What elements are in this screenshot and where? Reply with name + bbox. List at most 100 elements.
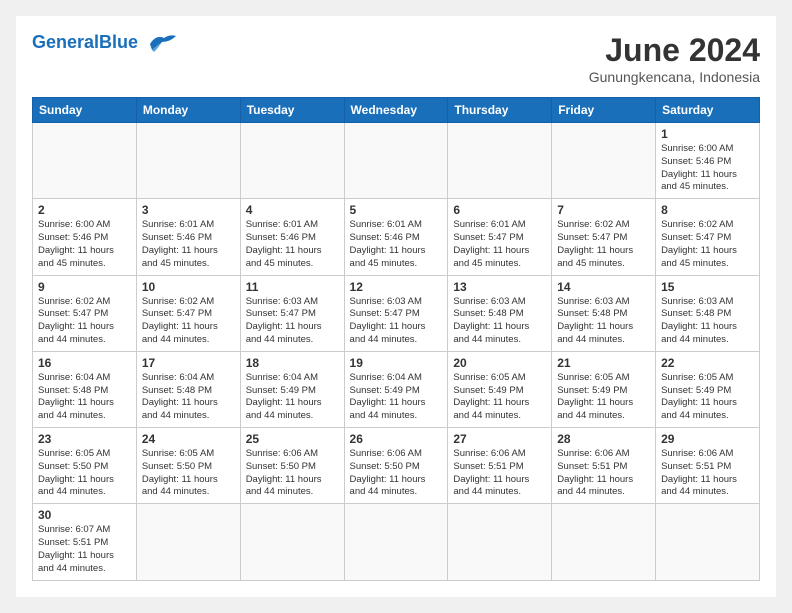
- day-info: Sunrise: 6:04 AM Sunset: 5:48 PM Dayligh…: [142, 372, 235, 423]
- day-info: Sunrise: 6:01 AM Sunset: 5:46 PM Dayligh…: [246, 219, 339, 270]
- day-cell: [448, 504, 552, 580]
- day-info: Sunrise: 6:05 AM Sunset: 5:50 PM Dayligh…: [142, 448, 235, 499]
- day-cell: [240, 123, 344, 199]
- day-number: 18: [246, 356, 339, 370]
- day-info: Sunrise: 6:06 AM Sunset: 5:50 PM Dayligh…: [350, 448, 443, 499]
- day-cell: [136, 504, 240, 580]
- col-header-thursday: Thursday: [448, 98, 552, 123]
- day-cell: 4Sunrise: 6:01 AM Sunset: 5:46 PM Daylig…: [240, 199, 344, 275]
- day-cell: 1 Sunrise: 6:00 AM Sunset: 5:46 PM Daylig…: [656, 123, 760, 199]
- day-info: Sunrise: 6:02 AM Sunset: 5:47 PM Dayligh…: [38, 296, 131, 347]
- week-row-5: 30Sunrise: 6:07 AM Sunset: 5:51 PM Dayli…: [33, 504, 760, 580]
- day-cell: 6 Sunrise: 6:01 AM Sunset: 5:47 PM Daylig…: [448, 199, 552, 275]
- day-info: Sunrise: 6:01 AM Sunset: 5:47 PM Dayligh…: [453, 219, 546, 270]
- day-number: 13: [453, 280, 546, 294]
- day-cell: 15Sunrise: 6:03 AM Sunset: 5:48 PM Dayli…: [656, 275, 760, 351]
- logo-text: GeneralBlue: [32, 32, 138, 54]
- col-header-sunday: Sunday: [33, 98, 137, 123]
- day-number: 23: [38, 432, 131, 446]
- day-cell: 21Sunrise: 6:05 AM Sunset: 5:49 PM Dayli…: [552, 351, 656, 427]
- day-info: Sunrise: 6:02 AM Sunset: 5:47 PM Dayligh…: [557, 219, 650, 270]
- day-cell: 2Sunrise: 6:00 AM Sunset: 5:46 PM Daylig…: [33, 199, 137, 275]
- week-row-0: 1 Sunrise: 6:00 AM Sunset: 5:46 PM Daylig…: [33, 123, 760, 199]
- page-header: GeneralBlue June 2024 Gunungkencana, Ind…: [32, 32, 760, 85]
- day-info: Sunrise: 6:05 AM Sunset: 5:50 PM Dayligh…: [38, 448, 131, 499]
- logo-general: General: [32, 32, 99, 52]
- day-cell: 3Sunrise: 6:01 AM Sunset: 5:46 PM Daylig…: [136, 199, 240, 275]
- day-number: 28: [557, 432, 650, 446]
- calendar-table: SundayMondayTuesdayWednesdayThursdayFrid…: [32, 97, 760, 581]
- day-cell: 10Sunrise: 6:02 AM Sunset: 5:47 PM Dayli…: [136, 275, 240, 351]
- day-number: 6: [453, 203, 546, 217]
- day-cell: 12 Sunrise: 6:03 AM Sunset: 5:47 PM Dayli…: [344, 275, 448, 351]
- day-info: Sunrise: 6:05 AM Sunset: 5:49 PM Dayligh…: [453, 372, 546, 423]
- logo-icon: [142, 32, 178, 54]
- day-info: Sunrise: 6:03 AM Sunset: 5:47 PM Dayligh…: [246, 296, 339, 347]
- day-number: 12: [350, 280, 443, 294]
- day-cell: [344, 123, 448, 199]
- day-cell: 19 Sunrise: 6:04 AM Sunset: 5:49 PM Dayli…: [344, 351, 448, 427]
- day-cell: 7 Sunrise: 6:02 AM Sunset: 5:47 PM Daylig…: [552, 199, 656, 275]
- day-info: Sunrise: 6:00 AM Sunset: 5:46 PM Dayligh…: [661, 143, 754, 194]
- day-cell: 28 Sunrise: 6:06 AM Sunset: 5:51 PM Dayli…: [552, 428, 656, 504]
- day-cell: 22Sunrise: 6:05 AM Sunset: 5:49 PM Dayli…: [656, 351, 760, 427]
- day-number: 7: [557, 203, 650, 217]
- day-cell: [344, 504, 448, 580]
- day-info: Sunrise: 6:06 AM Sunset: 5:51 PM Dayligh…: [557, 448, 650, 499]
- day-cell: 26Sunrise: 6:06 AM Sunset: 5:50 PM Dayli…: [344, 428, 448, 504]
- day-cell: 18 Sunrise: 6:04 AM Sunset: 5:49 PM Dayli…: [240, 351, 344, 427]
- day-number: 25: [246, 432, 339, 446]
- month-title: June 2024: [589, 32, 760, 69]
- day-cell: 29 Sunrise: 6:06 AM Sunset: 5:51 PM Dayli…: [656, 428, 760, 504]
- day-cell: [656, 504, 760, 580]
- week-row-2: 9 Sunrise: 6:02 AM Sunset: 5:47 PM Daylig…: [33, 275, 760, 351]
- day-number: 9: [38, 280, 131, 294]
- week-row-4: 23 Sunrise: 6:05 AM Sunset: 5:50 PM Dayli…: [33, 428, 760, 504]
- day-info: Sunrise: 6:06 AM Sunset: 5:51 PM Dayligh…: [661, 448, 754, 499]
- day-info: Sunrise: 6:04 AM Sunset: 5:49 PM Dayligh…: [246, 372, 339, 423]
- day-info: Sunrise: 6:06 AM Sunset: 5:51 PM Dayligh…: [453, 448, 546, 499]
- day-info: Sunrise: 6:03 AM Sunset: 5:48 PM Dayligh…: [557, 296, 650, 347]
- day-number: 11: [246, 280, 339, 294]
- day-cell: [552, 504, 656, 580]
- day-cell: 24 Sunrise: 6:05 AM Sunset: 5:50 PM Dayli…: [136, 428, 240, 504]
- day-info: Sunrise: 6:03 AM Sunset: 5:47 PM Dayligh…: [350, 296, 443, 347]
- day-cell: 25Sunrise: 6:06 AM Sunset: 5:50 PM Dayli…: [240, 428, 344, 504]
- day-info: Sunrise: 6:00 AM Sunset: 5:46 PM Dayligh…: [38, 219, 131, 270]
- day-number: 15: [661, 280, 754, 294]
- calendar-header-row: SundayMondayTuesdayWednesdayThursdayFrid…: [33, 98, 760, 123]
- day-cell: 17 Sunrise: 6:04 AM Sunset: 5:48 PM Dayli…: [136, 351, 240, 427]
- day-info: Sunrise: 6:02 AM Sunset: 5:47 PM Dayligh…: [142, 296, 235, 347]
- day-cell: 11 Sunrise: 6:03 AM Sunset: 5:47 PM Dayli…: [240, 275, 344, 351]
- day-cell: [552, 123, 656, 199]
- day-cell: 8Sunrise: 6:02 AM Sunset: 5:47 PM Daylig…: [656, 199, 760, 275]
- day-number: 24: [142, 432, 235, 446]
- day-number: 17: [142, 356, 235, 370]
- logo-blue: Blue: [99, 32, 138, 52]
- day-cell: [448, 123, 552, 199]
- day-number: 1: [661, 127, 754, 141]
- day-info: Sunrise: 6:01 AM Sunset: 5:46 PM Dayligh…: [142, 219, 235, 270]
- title-block: June 2024 Gunungkencana, Indonesia: [589, 32, 760, 85]
- day-info: Sunrise: 6:05 AM Sunset: 5:49 PM Dayligh…: [661, 372, 754, 423]
- day-cell: 16 Sunrise: 6:04 AM Sunset: 5:48 PM Dayli…: [33, 351, 137, 427]
- day-cell: 9 Sunrise: 6:02 AM Sunset: 5:47 PM Daylig…: [33, 275, 137, 351]
- day-number: 16: [38, 356, 131, 370]
- day-info: Sunrise: 6:04 AM Sunset: 5:49 PM Dayligh…: [350, 372, 443, 423]
- day-number: 21: [557, 356, 650, 370]
- day-cell: [240, 504, 344, 580]
- day-cell: 14Sunrise: 6:03 AM Sunset: 5:48 PM Dayli…: [552, 275, 656, 351]
- day-info: Sunrise: 6:04 AM Sunset: 5:48 PM Dayligh…: [38, 372, 131, 423]
- day-number: 29: [661, 432, 754, 446]
- col-header-wednesday: Wednesday: [344, 98, 448, 123]
- day-number: 30: [38, 508, 131, 522]
- day-number: 19: [350, 356, 443, 370]
- day-cell: [136, 123, 240, 199]
- day-number: 5: [350, 203, 443, 217]
- day-cell: 23 Sunrise: 6:05 AM Sunset: 5:50 PM Dayli…: [33, 428, 137, 504]
- day-number: 8: [661, 203, 754, 217]
- week-row-3: 16 Sunrise: 6:04 AM Sunset: 5:48 PM Dayli…: [33, 351, 760, 427]
- logo: GeneralBlue: [32, 32, 178, 54]
- day-info: Sunrise: 6:01 AM Sunset: 5:46 PM Dayligh…: [350, 219, 443, 270]
- location-subtitle: Gunungkencana, Indonesia: [589, 69, 760, 85]
